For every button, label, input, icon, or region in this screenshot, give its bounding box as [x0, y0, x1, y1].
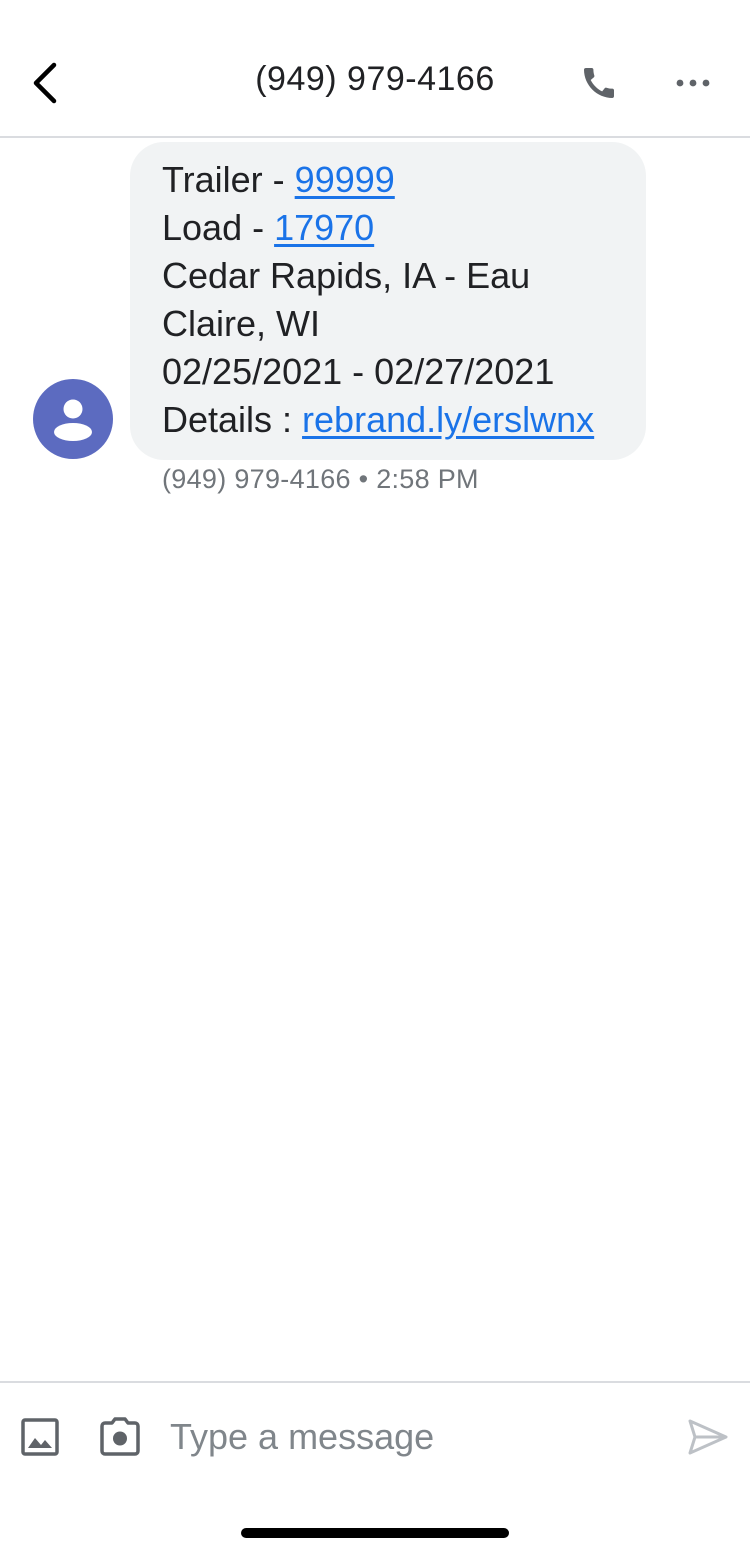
message-line-load: Load - 17970: [162, 204, 616, 252]
load-number-link[interactable]: 17970: [274, 207, 374, 248]
conversation-header: (949) 979-4166: [0, 0, 750, 138]
trailer-label: Trailer -: [162, 159, 295, 200]
image-icon: [21, 1418, 59, 1456]
conversation-title: (949) 979-4166: [255, 60, 495, 98]
camera-button[interactable]: [98, 1415, 142, 1459]
person-icon: [54, 399, 92, 441]
message-input[interactable]: [170, 1409, 650, 1465]
contact-avatar[interactable]: [33, 379, 113, 459]
message-line-route-1: Cedar Rapids, IA - Eau: [162, 255, 531, 296]
trailer-number-link[interactable]: 99999: [295, 159, 395, 200]
send-button[interactable]: [686, 1415, 730, 1459]
details-link[interactable]: rebrand.ly/erslwnx: [302, 399, 594, 440]
message-line-route-2: Claire, WI: [162, 303, 321, 344]
message-sender-timestamp: (949) 979-4166 • 2:58 PM: [162, 464, 479, 494]
conversation-screen: (949) 979-4166 Trailer - 99999 Load - 17…: [0, 0, 750, 1555]
details-label: Details :: [162, 399, 303, 440]
load-label: Load -: [162, 207, 275, 248]
message-line-trailer: Trailer - 99999: [162, 156, 616, 204]
message-line-details: Details : rebrand.ly/erslwnx: [162, 396, 616, 444]
call-button[interactable]: [574, 60, 624, 106]
more-horizontal-icon: [676, 79, 710, 87]
phone-icon: [584, 68, 614, 98]
home-indicator: [241, 1528, 509, 1538]
incoming-message-bubble[interactable]: Trailer - 99999 Load - 17970 Cedar Rapid…: [130, 142, 646, 460]
more-options-button[interactable]: [668, 60, 718, 106]
gallery-button[interactable]: [18, 1415, 62, 1459]
send-icon: [688, 1419, 728, 1455]
message-line-dates: 02/25/2021 - 02/27/2021: [162, 351, 555, 392]
camera-icon: [100, 1417, 140, 1456]
